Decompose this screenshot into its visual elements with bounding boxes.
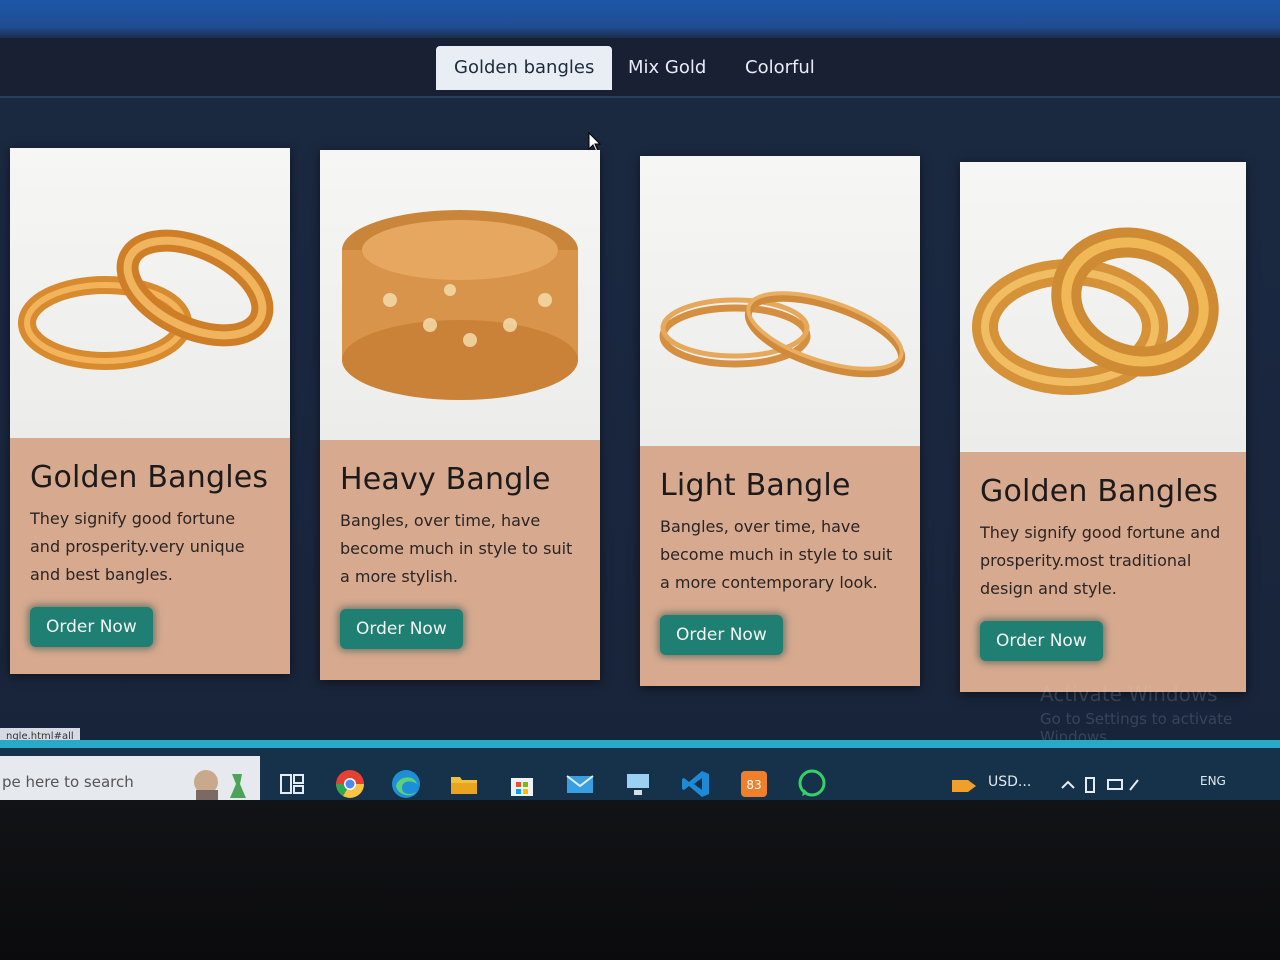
svg-text:83: 83 <box>746 778 761 792</box>
stacked-gold-bangles-icon <box>972 227 1219 395</box>
product-card: Heavy Bangle Bangles, over time, have be… <box>320 150 600 680</box>
edge-icon[interactable] <box>390 768 422 800</box>
tab-golden-bangles[interactable]: Golden bangles <box>436 46 613 90</box>
watermark-title: Activate Windows <box>1040 682 1218 706</box>
card-description: They signify good fortune and prosperity… <box>30 509 245 584</box>
xampp-icon[interactable]: 83 <box>738 768 770 800</box>
card-description: Bangles, over time, have become much in … <box>660 517 893 592</box>
whatsapp-icon[interactable] <box>796 768 828 800</box>
mail-icon[interactable] <box>564 768 596 800</box>
windows-taskbar: pe here to search 83 USD... ENG <box>0 740 1280 800</box>
monitor-bezel <box>0 800 1280 960</box>
activate-windows-watermark: Activate Windows Go to Settings to activ… <box>1040 682 1280 746</box>
taskbar-search-input[interactable]: pe here to search <box>0 756 260 800</box>
order-now-button[interactable]: Order Now <box>340 609 463 649</box>
category-tabs: Golden bangles Mix Gold Colorful <box>0 38 1280 98</box>
task-view-icon[interactable] <box>276 768 308 800</box>
tab-mix-gold[interactable]: Mix Gold <box>610 46 724 90</box>
product-card: Golden Bangles They signify good fortune… <box>10 148 290 674</box>
order-now-button[interactable]: Order Now <box>30 607 153 647</box>
card-title: Light Bangle <box>660 468 851 503</box>
product-card: Light Bangle Bangles, over time, have be… <box>640 156 920 686</box>
weather-icon[interactable] <box>948 768 980 800</box>
card-description: They signify good fortune and prosperity… <box>980 523 1221 598</box>
store-icon[interactable] <box>506 768 538 800</box>
order-now-button[interactable]: Order Now <box>660 615 783 655</box>
language-indicator[interactable]: ENG <box>1200 774 1226 788</box>
product-card: Golden Bangles They signify good fortune… <box>960 162 1246 692</box>
vscode-icon[interactable] <box>680 768 712 800</box>
browser-top-strip <box>0 0 1280 38</box>
bangle-image <box>10 148 290 438</box>
tab-colorful[interactable]: Colorful <box>727 46 833 90</box>
card-title: Golden Bangles <box>980 474 1219 509</box>
weather-text[interactable]: USD... <box>988 774 1031 790</box>
two-gold-bangles-icon <box>18 229 274 370</box>
chrome-icon[interactable] <box>334 768 366 800</box>
order-now-button[interactable]: Order Now <box>980 621 1103 661</box>
screen: Golden bangles Mix Gold Colorful Golden … <box>0 0 1280 800</box>
system-tray-icons[interactable] <box>1058 768 1148 800</box>
file-explorer-icon[interactable] <box>448 768 480 800</box>
bangle-image <box>960 162 1246 452</box>
search-placeholder: pe here to search <box>2 773 134 791</box>
card-description: Bangles, over time, have become much in … <box>340 511 573 586</box>
network-app-icon[interactable] <box>622 768 654 800</box>
wide-gold-bangle-icon <box>342 210 578 400</box>
card-title: Golden Bangles <box>30 460 269 495</box>
thin-gold-bangles-icon <box>659 291 906 378</box>
bangle-image <box>320 150 600 440</box>
bangle-image <box>640 156 920 446</box>
search-highlight-icon <box>194 770 246 800</box>
card-title: Heavy Bangle <box>340 462 551 497</box>
